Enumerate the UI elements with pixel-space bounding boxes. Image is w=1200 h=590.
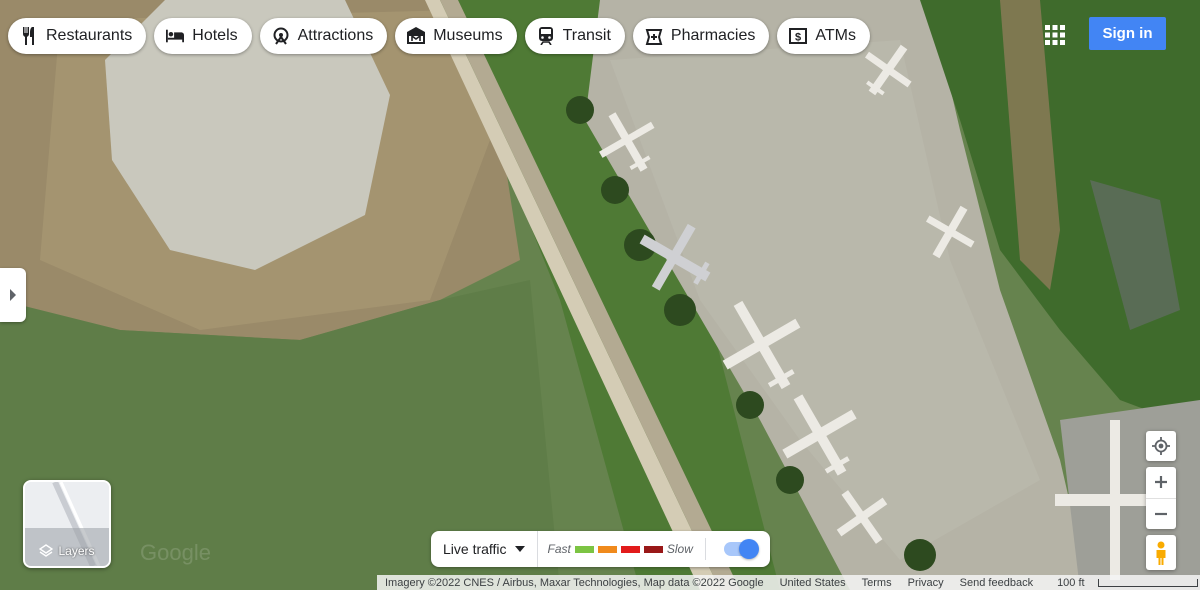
layers-icon xyxy=(39,544,54,557)
hotel-icon xyxy=(166,27,185,45)
transit-icon xyxy=(537,27,555,45)
svg-text:$: $ xyxy=(795,32,801,44)
chip-label: ATMs xyxy=(815,27,856,44)
zoom-controls xyxy=(1146,467,1176,529)
layers-button[interactable]: Layers xyxy=(23,480,111,568)
chip-label: Pharmacies xyxy=(670,27,756,44)
svg-text:Google: Google xyxy=(140,540,211,565)
chip-hotels[interactable]: Hotels xyxy=(154,18,252,54)
minus-icon xyxy=(1155,512,1167,515)
chip-restaurants[interactable]: Restaurants xyxy=(8,18,147,54)
attribution-text: Imagery ©2022 CNES / Airbus, Maxar Techn… xyxy=(385,576,764,589)
category-chips: Restaurants Hotels Attractions Museums T… xyxy=(8,18,870,54)
caret-down-icon xyxy=(514,546,525,552)
attractions-icon xyxy=(272,27,290,45)
map-footer: Imagery ©2022 CNES / Airbus, Maxar Techn… xyxy=(377,575,1200,590)
terms-link[interactable]: Terms xyxy=(854,577,900,589)
apps-grid-icon[interactable] xyxy=(1044,24,1066,46)
layers-label-group: Layers xyxy=(25,544,109,558)
satellite-map[interactable]: Google xyxy=(0,0,1200,590)
sign-in-button[interactable]: Sign in xyxy=(1089,17,1166,50)
toggle-knob xyxy=(738,539,759,559)
live-traffic-label: Live traffic xyxy=(443,541,507,557)
chip-pharmacies[interactable]: Pharmacies xyxy=(632,18,770,54)
chevron-right-icon xyxy=(10,289,16,301)
divider xyxy=(704,538,706,560)
museum-icon xyxy=(407,27,426,45)
chip-atms[interactable]: $ ATMs xyxy=(777,18,870,54)
expand-side-panel-button[interactable] xyxy=(0,268,26,322)
privacy-link[interactable]: Privacy xyxy=(900,577,952,589)
chip-label: Transit xyxy=(562,27,611,44)
send-feedback-link[interactable]: Send feedback xyxy=(952,577,1041,589)
pegman-icon xyxy=(1156,541,1166,565)
atm-icon: $ xyxy=(789,27,808,45)
traffic-color-fast xyxy=(574,545,594,553)
scale-label: 100 ft xyxy=(1057,576,1085,589)
live-traffic-panel: Live traffic Fast Slow xyxy=(431,531,770,567)
traffic-fast-label: Fast xyxy=(547,542,571,556)
traffic-color-moderate xyxy=(597,545,617,553)
pharmacy-icon xyxy=(645,27,663,45)
scale-indicator[interactable]: 100 ft xyxy=(1041,577,1200,589)
chip-label: Hotels xyxy=(192,27,238,44)
chip-label: Attractions xyxy=(297,27,374,44)
layers-label: Layers xyxy=(58,544,95,558)
restaurant-icon xyxy=(20,27,38,45)
my-location-button[interactable] xyxy=(1146,431,1176,461)
chip-label: Museums xyxy=(433,27,503,44)
chip-transit[interactable]: Transit xyxy=(524,18,625,54)
traffic-color-slow xyxy=(620,545,640,553)
traffic-slow-label: Slow xyxy=(666,542,693,556)
region-link[interactable]: United States xyxy=(772,577,854,589)
traffic-toggle[interactable] xyxy=(723,539,759,559)
my-location-icon xyxy=(1152,437,1170,455)
plus-icon xyxy=(1155,476,1167,489)
zoom-in-button[interactable] xyxy=(1146,467,1176,499)
chip-label: Restaurants xyxy=(46,27,133,44)
traffic-legend: Fast Slow xyxy=(538,538,766,560)
scale-bar xyxy=(1097,578,1198,587)
traffic-color-very-slow xyxy=(643,545,663,553)
street-view-pegman-button[interactable] xyxy=(1146,535,1176,570)
chip-museums[interactable]: Museums xyxy=(395,18,517,54)
zoom-out-button[interactable] xyxy=(1146,499,1176,530)
chip-attractions[interactable]: Attractions xyxy=(259,18,388,54)
live-traffic-dropdown[interactable]: Live traffic xyxy=(431,531,538,567)
